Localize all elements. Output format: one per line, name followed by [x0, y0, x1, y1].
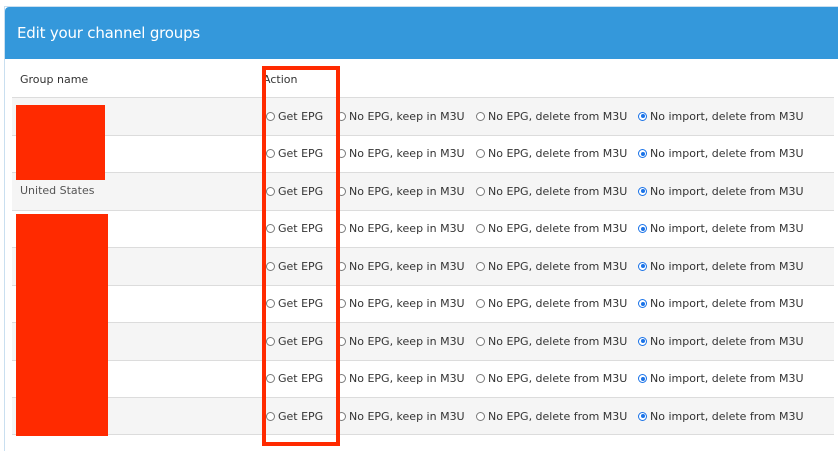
action-option[interactable]: No import, delete from M3U [638, 211, 804, 247]
action-option[interactable]: No EPG, keep in M3U [337, 211, 465, 247]
redaction-block [16, 105, 105, 180]
action-option[interactable]: No EPG, delete from M3U [476, 323, 627, 359]
table-row: United States Get EPG No EPG, keep in M3U N… [12, 172, 834, 210]
radio-button[interactable] [638, 224, 647, 233]
action-option[interactable]: No EPG, delete from M3U [476, 361, 627, 397]
panel-title: Edit your channel groups [17, 24, 201, 42]
table-row: Get EPG No EPG, keep in M3U No EPG, delete… [12, 209, 834, 248]
action-option[interactable]: No EPG, keep in M3U [337, 398, 465, 434]
table-row: Get EPG No EPG, keep in M3U No EPG, delete… [12, 359, 834, 398]
action-option[interactable]: No EPG, delete from M3U [476, 398, 627, 434]
action-option-label: No import, delete from M3U [650, 297, 804, 310]
action-option-label: No EPG, delete from M3U [488, 259, 628, 273]
radio-button[interactable] [476, 411, 485, 421]
radio-button[interactable] [638, 149, 647, 158]
table-row: Get EPG No EPG, keep in M3U No EPG, delete… [12, 284, 834, 323]
action-option-label: No import, delete from M3U [650, 109, 804, 123]
action-option-label: No EPG, keep in M3U [349, 184, 465, 198]
action-option[interactable]: No EPG, delete from M3U [476, 136, 627, 172]
table-row: Get EPG No EPG, keep in M3U No EPG, delete… [12, 322, 834, 360]
action-option-label: No EPG, delete from M3U [488, 184, 628, 198]
action-option-label: No EPG, delete from M3U [488, 409, 628, 423]
action-option-label: No EPG, delete from M3U [488, 147, 628, 160]
radio-button[interactable] [476, 224, 485, 233]
action-option-label: No EPG, keep in M3U [349, 109, 465, 123]
table-row: Get EPG No EPG, keep in M3U No EPG, delete… [12, 97, 834, 135]
action-option[interactable]: No import, delete from M3U [638, 286, 804, 322]
column-header-group-name: Group name [20, 73, 89, 86]
radio-button[interactable] [476, 261, 485, 271]
action-option[interactable]: No import, delete from M3U [638, 323, 804, 359]
action-option[interactable]: No EPG, delete from M3U [476, 211, 627, 247]
radio-button[interactable] [638, 411, 647, 421]
action-option-label: No EPG, delete from M3U [488, 334, 628, 348]
action-option-label: No import, delete from M3U [650, 409, 804, 423]
action-option-label: No import, delete from M3U [650, 372, 804, 385]
action-option-label: No EPG, keep in M3U [349, 147, 465, 160]
action-option[interactable]: No EPG, keep in M3U [337, 136, 465, 172]
action-column-highlight [262, 66, 340, 446]
radio-button[interactable] [476, 374, 485, 383]
radio-button[interactable] [638, 111, 647, 121]
action-option[interactable]: No import, delete from M3U [638, 398, 804, 434]
action-option-label: No EPG, keep in M3U [349, 259, 465, 273]
action-option[interactable]: No EPG, keep in M3U [337, 361, 465, 397]
action-option-label: No EPG, delete from M3U [488, 372, 628, 385]
action-option[interactable]: No EPG, delete from M3U [476, 248, 627, 284]
action-option[interactable]: No EPG, keep in M3U [337, 323, 465, 359]
action-option-label: No import, delete from M3U [650, 259, 804, 273]
action-option-label: No EPG, keep in M3U [349, 372, 465, 385]
action-option[interactable]: No EPG, delete from M3U [476, 286, 627, 322]
table-row: Get EPG No EPG, keep in M3U No EPG, delete… [12, 134, 834, 173]
action-option-label: No import, delete from M3U [650, 184, 804, 198]
radio-button[interactable] [638, 299, 647, 308]
action-option-label: No EPG, keep in M3U [349, 334, 465, 348]
action-option[interactable]: No import, delete from M3U [638, 173, 804, 209]
action-option-label: No import, delete from M3U [650, 222, 804, 235]
action-option[interactable]: No EPG, keep in M3U [337, 98, 465, 134]
radio-button[interactable] [638, 336, 647, 346]
redaction-block [16, 214, 108, 436]
channel-groups-table: Get EPG No EPG, keep in M3U No EPG, delete… [12, 97, 834, 435]
table-row: Get EPG No EPG, keep in M3U No EPG, delete… [12, 397, 834, 435]
table-row: Get EPG No EPG, keep in M3U No EPG, delete… [12, 247, 834, 285]
action-option[interactable]: No import, delete from M3U [638, 98, 804, 134]
radio-button[interactable] [476, 336, 485, 346]
radio-button[interactable] [638, 186, 647, 196]
radio-button[interactable] [638, 374, 647, 383]
radio-button[interactable] [476, 111, 485, 121]
action-option[interactable]: No import, delete from M3U [638, 248, 804, 284]
action-option-label: No EPG, delete from M3U [488, 297, 628, 310]
action-option-label: No import, delete from M3U [650, 334, 804, 348]
radio-button[interactable] [476, 186, 485, 196]
action-option[interactable]: No EPG, keep in M3U [337, 286, 465, 322]
radio-button[interactable] [476, 299, 485, 308]
action-option-label: No EPG, delete from M3U [488, 222, 628, 235]
radio-button[interactable] [476, 149, 485, 158]
action-option[interactable]: No EPG, keep in M3U [337, 173, 465, 209]
panel-header: Edit your channel groups [5, 7, 838, 59]
action-option-label: No import, delete from M3U [650, 147, 804, 160]
action-option[interactable]: No EPG, delete from M3U [476, 173, 627, 209]
action-option-label: No EPG, keep in M3U [349, 409, 465, 423]
action-option-label: No EPG, keep in M3U [349, 222, 465, 235]
action-option-label: No EPG, delete from M3U [488, 109, 628, 123]
action-option[interactable]: No EPG, keep in M3U [337, 248, 465, 284]
action-option[interactable]: No import, delete from M3U [638, 361, 804, 397]
radio-button[interactable] [638, 261, 647, 271]
action-option[interactable]: No import, delete from M3U [638, 136, 804, 172]
action-option[interactable]: No EPG, delete from M3U [476, 98, 627, 134]
action-option-label: No EPG, keep in M3U [349, 297, 465, 310]
